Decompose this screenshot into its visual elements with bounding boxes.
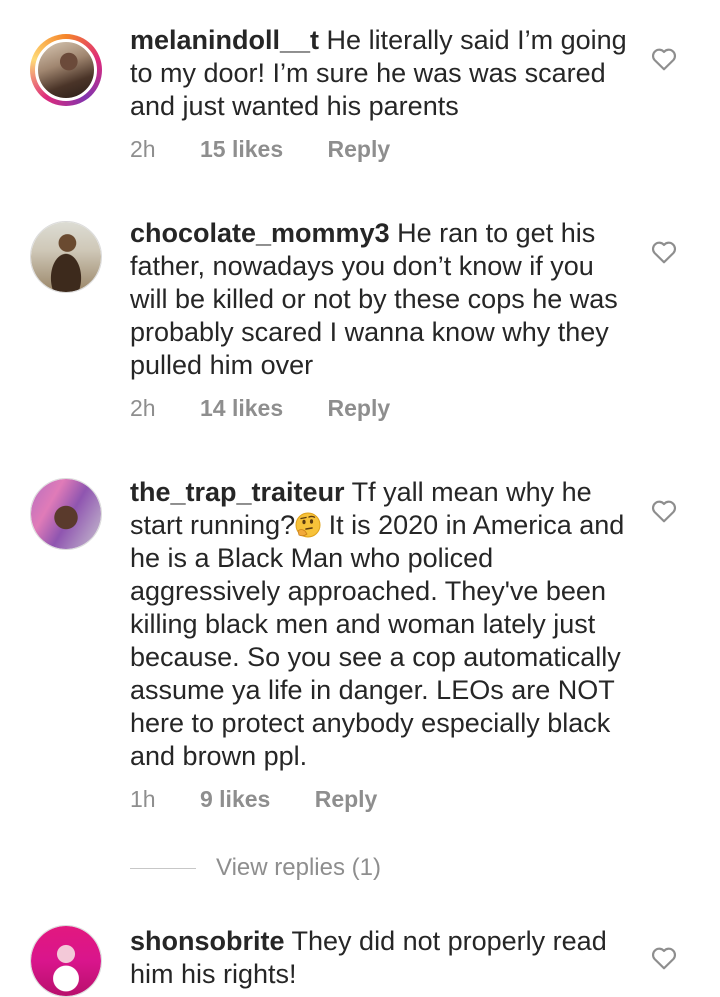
comment-username[interactable]: melanindoll__t — [130, 25, 319, 55]
comment-time: 1h — [130, 786, 156, 812]
comment-text: the_trap_traiteur Tf yall mean why he st… — [130, 476, 630, 773]
comment-text: melanindoll__t He literally said I’m goi… — [130, 24, 630, 123]
comment-likes[interactable]: 9 likes — [200, 786, 270, 813]
avatar[interactable] — [30, 925, 102, 997]
comment-text: chocolate_mommy3 He ran to get his fathe… — [130, 217, 630, 382]
comment-username[interactable]: the_trap_traiteur — [130, 477, 345, 507]
comment-username[interactable]: shonsobrite — [130, 926, 285, 956]
reply-button[interactable]: Reply — [315, 786, 378, 813]
comment-meta: 2h 14 likes Reply — [130, 395, 390, 422]
comment-username[interactable]: chocolate_mommy3 — [130, 218, 390, 248]
divider — [130, 867, 196, 869]
heart-outline-icon[interactable] — [651, 47, 677, 71]
comment-likes[interactable]: 15 likes — [200, 136, 283, 163]
comment-meta: 2h 15 likes Reply — [130, 136, 390, 163]
view-replies-button[interactable]: View replies (1) — [130, 852, 381, 884]
comment-likes[interactable]: 14 likes — [200, 395, 283, 422]
comment-text: shonsobrite They did not properly read h… — [130, 925, 630, 991]
thinking-face-emoji — [295, 512, 321, 538]
reply-button[interactable]: Reply — [328, 395, 391, 422]
heart-outline-icon[interactable] — [651, 240, 677, 264]
comment-time: 2h — [130, 136, 156, 162]
comment-body-part2: It is 2020 in America and he is a Black … — [130, 510, 625, 771]
view-replies-label: View replies (1) — [216, 854, 381, 881]
avatar[interactable] — [30, 478, 102, 550]
comment-meta: 1h 9 likes Reply — [130, 786, 377, 813]
avatar[interactable] — [30, 221, 102, 293]
avatar[interactable] — [30, 34, 102, 106]
heart-outline-icon[interactable] — [651, 946, 677, 970]
reply-button[interactable]: Reply — [328, 136, 391, 163]
heart-outline-icon[interactable] — [651, 499, 677, 523]
comment-time: 2h — [130, 395, 156, 421]
